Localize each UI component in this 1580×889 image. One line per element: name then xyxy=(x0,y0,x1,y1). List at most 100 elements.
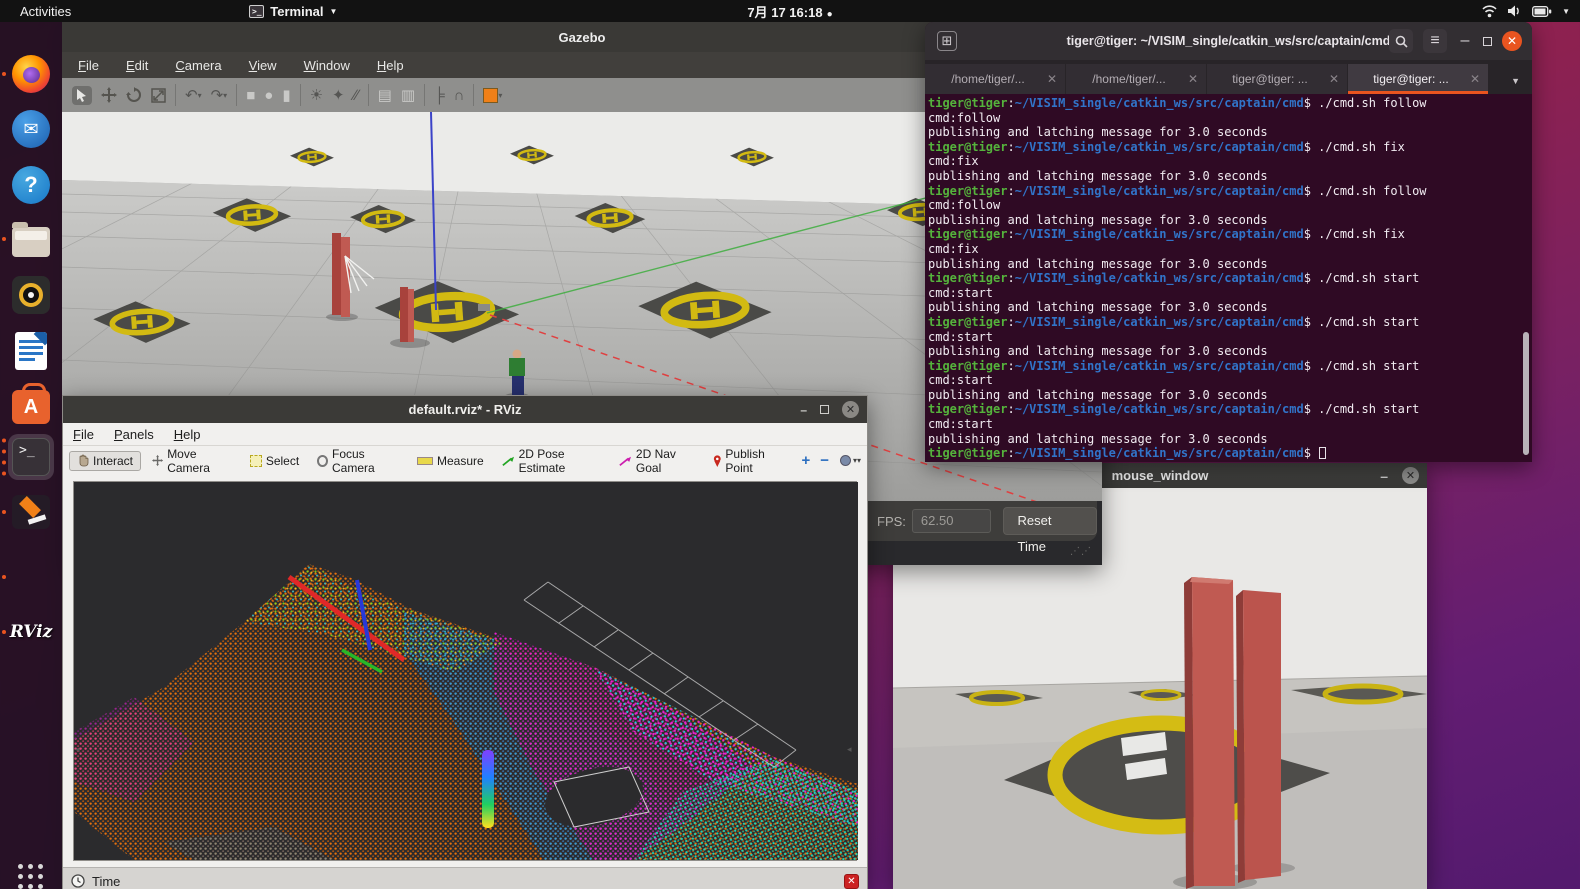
collapse-left-icon[interactable]: ◂ xyxy=(75,744,83,755)
rotate-icon[interactable] xyxy=(126,87,142,103)
menu-edit[interactable]: Edit xyxy=(126,58,148,73)
running-indicator xyxy=(2,72,6,76)
menu-camera[interactable]: Camera xyxy=(175,58,221,73)
undo-icon[interactable]: ↶▾ xyxy=(185,88,202,103)
gazebo-title: Gazebo xyxy=(559,30,606,45)
cylinder-icon[interactable]: ▮ xyxy=(282,88,290,103)
tool-2d-pose-estimate[interactable]: 2D Pose Estimate xyxy=(495,445,608,477)
box-icon[interactable]: ■ xyxy=(246,88,255,103)
minimize-icon[interactable]: – xyxy=(800,403,807,417)
terminal-tab-4[interactable]: tiger@tiger: ...✕ xyxy=(1348,64,1488,94)
pointlight-icon[interactable]: ☀ xyxy=(310,88,323,103)
scale-icon[interactable] xyxy=(151,88,166,103)
time-panel: Time ✕ xyxy=(63,867,867,889)
clock[interactable]: 7月 17 16:18● xyxy=(0,2,1580,21)
tool-2d-nav-goal[interactable]: 2D Nav Goal xyxy=(612,445,702,477)
terminal-output[interactable]: tiger@tiger:~/VISIM_single/catkin_ws/src… xyxy=(925,94,1532,462)
dock-item-rviz[interactable]: RViz xyxy=(8,609,54,655)
add-tool-button[interactable]: + xyxy=(796,452,815,469)
dock-item-firefox[interactable] xyxy=(8,51,54,97)
close-tab-icon[interactable]: ✕ xyxy=(1047,72,1057,86)
maximize-icon[interactable] xyxy=(820,405,829,414)
menu-panels[interactable]: Panels xyxy=(114,427,154,442)
minimize-icon[interactable]: – xyxy=(1457,32,1473,50)
dock-item-terminal[interactable]: >_ xyxy=(8,434,54,480)
remove-tool-button[interactable]: − xyxy=(815,452,834,469)
menu-window[interactable]: Window xyxy=(304,58,350,73)
tool-select[interactable]: Select xyxy=(243,452,306,470)
redo-icon[interactable]: ↷▾ xyxy=(211,88,228,103)
menu-help[interactable]: Help xyxy=(174,427,201,442)
tab-list-caret-icon[interactable]: ▼ xyxy=(1511,76,1532,94)
minimize-icon[interactable]: – xyxy=(1380,471,1388,481)
close-tab-icon[interactable]: ✕ xyxy=(1188,72,1198,86)
collapse-right-icon[interactable]: ◂ xyxy=(847,744,855,755)
close-tab-icon[interactable]: ✕ xyxy=(1470,72,1480,86)
rviz-3d-viewport[interactable]: ◂ ◂ xyxy=(73,481,857,861)
time-panel-label: Time xyxy=(92,874,120,889)
running-indicator xyxy=(2,575,6,579)
close-panel-icon[interactable]: ✕ xyxy=(844,874,859,889)
select-box-icon xyxy=(250,455,262,467)
rviz-titlebar[interactable]: default.rviz* - RViz – ✕ xyxy=(63,396,867,423)
directional-light-icon[interactable]: ∕∕ xyxy=(354,88,359,103)
dock-item-rhythmbox[interactable] xyxy=(8,272,54,318)
menu-help[interactable]: Help xyxy=(377,58,404,73)
reset-time-button[interactable]: Reset Time xyxy=(1003,507,1097,535)
tool-properties-button[interactable]: ▾▾ xyxy=(840,455,861,466)
dock-item-unknown-app[interactable] xyxy=(8,554,54,600)
dock: ✉? A >_ RViz xyxy=(0,22,62,889)
terminal-tab-1[interactable]: /home/tiger/...✕ xyxy=(925,64,1065,94)
tool-interact[interactable]: Interact xyxy=(69,451,141,471)
view-angle-icon[interactable]: ▾ xyxy=(483,88,502,103)
dock-item-files[interactable] xyxy=(8,216,54,262)
dock-item-libreoffice-writer[interactable] xyxy=(8,328,54,374)
running-indicator xyxy=(2,439,6,476)
dock-item-help[interactable]: ? xyxy=(8,162,54,208)
terminal-tabbar: /home/tiger/...✕/home/tiger/...✕tiger@ti… xyxy=(925,60,1532,94)
close-icon[interactable]: ✕ xyxy=(1402,467,1419,484)
copy-icon[interactable]: ▤ xyxy=(378,88,392,103)
terminal-tab-2[interactable]: /home/tiger/...✕ xyxy=(1066,64,1206,94)
cursor-icon[interactable] xyxy=(72,86,92,105)
sphere-icon[interactable]: ● xyxy=(264,88,273,103)
close-icon[interactable]: ✕ xyxy=(842,401,859,418)
running-indicator xyxy=(2,510,6,514)
scrollbar-thumb[interactable] xyxy=(1523,332,1529,455)
rviz-title: default.rviz* - RViz xyxy=(409,402,522,417)
dock-item-gazebo[interactable] xyxy=(8,489,54,535)
move-camera-icon xyxy=(152,454,163,467)
rhythmbox-icon xyxy=(12,276,50,314)
resize-grip-icon[interactable]: ⋰⋰ xyxy=(1070,546,1092,557)
notification-dot: ● xyxy=(827,9,833,20)
dock-item-show-applications[interactable] xyxy=(8,854,54,889)
menu-file[interactable]: File xyxy=(73,427,94,442)
spotlight-icon[interactable]: ✦ xyxy=(332,88,345,103)
search-icon[interactable] xyxy=(1389,29,1413,53)
close-tab-icon[interactable]: ✕ xyxy=(1329,72,1339,86)
translate-icon[interactable] xyxy=(101,87,117,103)
gazebo-icon xyxy=(12,495,50,529)
terminal-tab-3[interactable]: tiger@tiger: ...✕ xyxy=(1207,64,1347,94)
tool-measure[interactable]: Measure xyxy=(410,452,491,470)
running-indicator xyxy=(2,630,6,634)
dock-item-ubuntu-software[interactable]: A xyxy=(8,382,54,428)
terminal-headerbar[interactable]: ⊞ tiger@tiger: ~/VISIM_single/catkin_ws/… xyxy=(925,22,1532,60)
dock-item-thunderbird[interactable]: ✉ xyxy=(8,106,54,152)
terminal-icon: >_ xyxy=(12,438,50,476)
tool-focus-camera[interactable]: Focus Camera xyxy=(310,445,406,477)
snap-icon[interactable]: ∩ xyxy=(454,88,465,103)
menu-icon[interactable]: ≡ xyxy=(1423,29,1447,53)
paste-icon[interactable]: ▥ xyxy=(401,88,415,103)
menu-view[interactable]: View xyxy=(249,58,277,73)
menu-file[interactable]: File xyxy=(78,58,99,73)
fps-value: 62.50 xyxy=(912,509,991,533)
close-icon[interactable]: ✕ xyxy=(1502,31,1522,51)
maximize-icon[interactable] xyxy=(1483,37,1492,46)
align-icon[interactable]: ╞ xyxy=(434,88,445,103)
tool-publish-point[interactable]: Publish Point xyxy=(706,445,793,477)
rviz-toolbar: Interact Move Camera Select Focus Camera… xyxy=(63,446,867,475)
tool-move-camera[interactable]: Move Camera xyxy=(145,445,239,477)
rviz-menubar: File Panels Help xyxy=(63,423,867,446)
running-indicator xyxy=(2,237,6,241)
